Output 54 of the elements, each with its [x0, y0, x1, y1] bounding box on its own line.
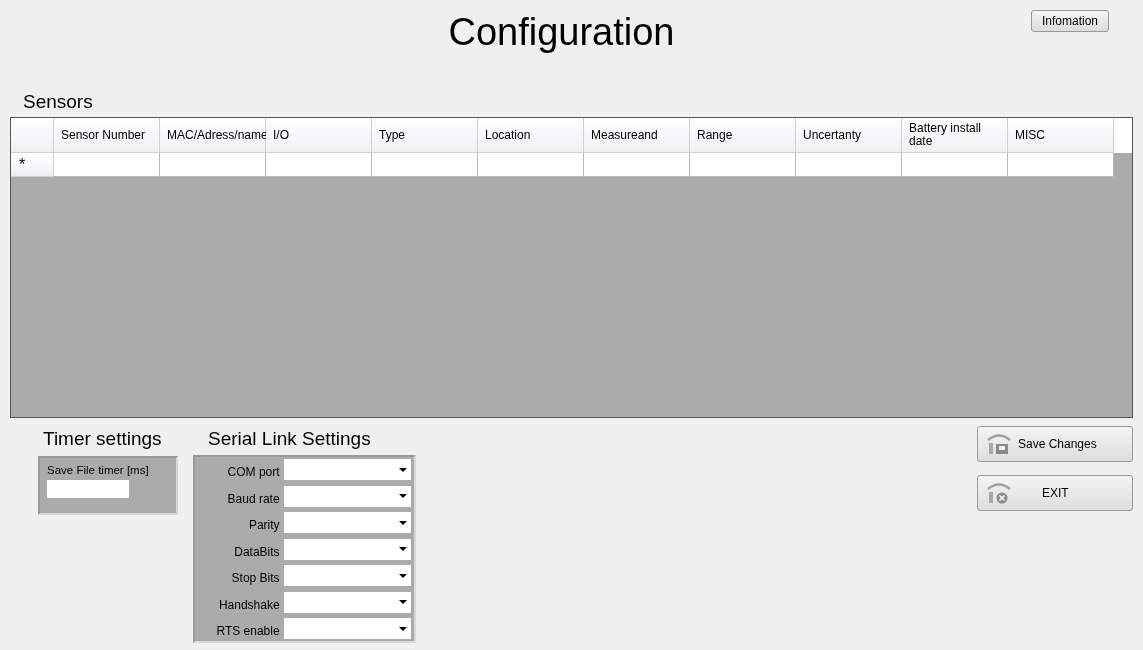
- table-cell[interactable]: [266, 153, 372, 177]
- dropdown-arrow-icon: [399, 494, 407, 498]
- table-cell[interactable]: [902, 153, 1008, 177]
- field-label: Handshake: [217, 597, 280, 613]
- column-header[interactable]: Sensor Number: [54, 118, 160, 153]
- column-header[interactable]: I/O: [266, 118, 372, 153]
- dropdown[interactable]: [283, 618, 411, 639]
- column-header[interactable]: Range: [690, 118, 796, 153]
- dropdown[interactable]: [283, 591, 411, 613]
- column-header[interactable]: MISC: [1008, 118, 1114, 153]
- field-label: DataBits: [233, 544, 280, 560]
- table-cell[interactable]: [478, 153, 584, 177]
- exit-button[interactable]: EXIT: [977, 475, 1133, 511]
- information-button[interactable]: Infomation: [1031, 10, 1109, 32]
- serial-settings-title: Serial Link Settings: [207, 427, 372, 451]
- dropdown[interactable]: [283, 538, 411, 560]
- column-header[interactable]: Type: [372, 118, 478, 153]
- field-label: Parity: [247, 518, 280, 533]
- dropdown-arrow-icon: [399, 600, 407, 604]
- dropdown[interactable]: [283, 459, 411, 480]
- dropdown-arrow-icon: [399, 467, 407, 472]
- field-label: Save File timer [ms]: [47, 463, 150, 477]
- table-cell[interactable]: [1008, 153, 1114, 177]
- column-header[interactable]: MAC/Adress/name: [160, 118, 266, 153]
- column-header[interactable]: Battery install date: [902, 118, 1008, 153]
- timer-settings-title: Timer settings: [42, 427, 163, 451]
- table-cell[interactable]: [54, 153, 160, 177]
- save-changes-button[interactable]: Save Changes: [977, 426, 1133, 462]
- dropdown-arrow-icon: [399, 626, 407, 631]
- dropdown-arrow-icon: [399, 573, 407, 578]
- exit-icon: [986, 481, 1012, 505]
- column-header[interactable]: Uncertanty: [796, 118, 902, 153]
- table-cell[interactable]: [160, 153, 266, 177]
- dropdown[interactable]: [283, 485, 411, 507]
- dropdown-arrow-icon: [399, 547, 407, 551]
- table-cell[interactable]: [690, 153, 796, 177]
- column-header[interactable]: Location: [478, 118, 584, 153]
- table-cell[interactable]: [372, 153, 478, 177]
- field-label: COM port: [226, 465, 280, 480]
- table-cell[interactable]: [584, 153, 690, 177]
- field-label: Baud rate: [226, 491, 280, 507]
- save-icon: [986, 432, 1012, 456]
- dropdown[interactable]: [283, 565, 411, 586]
- dropdown-arrow-icon: [399, 520, 407, 525]
- column-header[interactable]: Measureand: [584, 118, 690, 153]
- table-cell[interactable]: [796, 153, 902, 177]
- field-label: RTS enable: [215, 624, 280, 639]
- timer-input[interactable]: [47, 480, 129, 498]
- field-label: Stop Bits: [230, 571, 280, 586]
- row-header-corner: [11, 118, 54, 153]
- new-row-marker: *: [11, 153, 54, 177]
- sensors-label: Sensors: [23, 90, 94, 114]
- dropdown[interactable]: [283, 512, 411, 533]
- page-title: Configuration: [448, 10, 675, 55]
